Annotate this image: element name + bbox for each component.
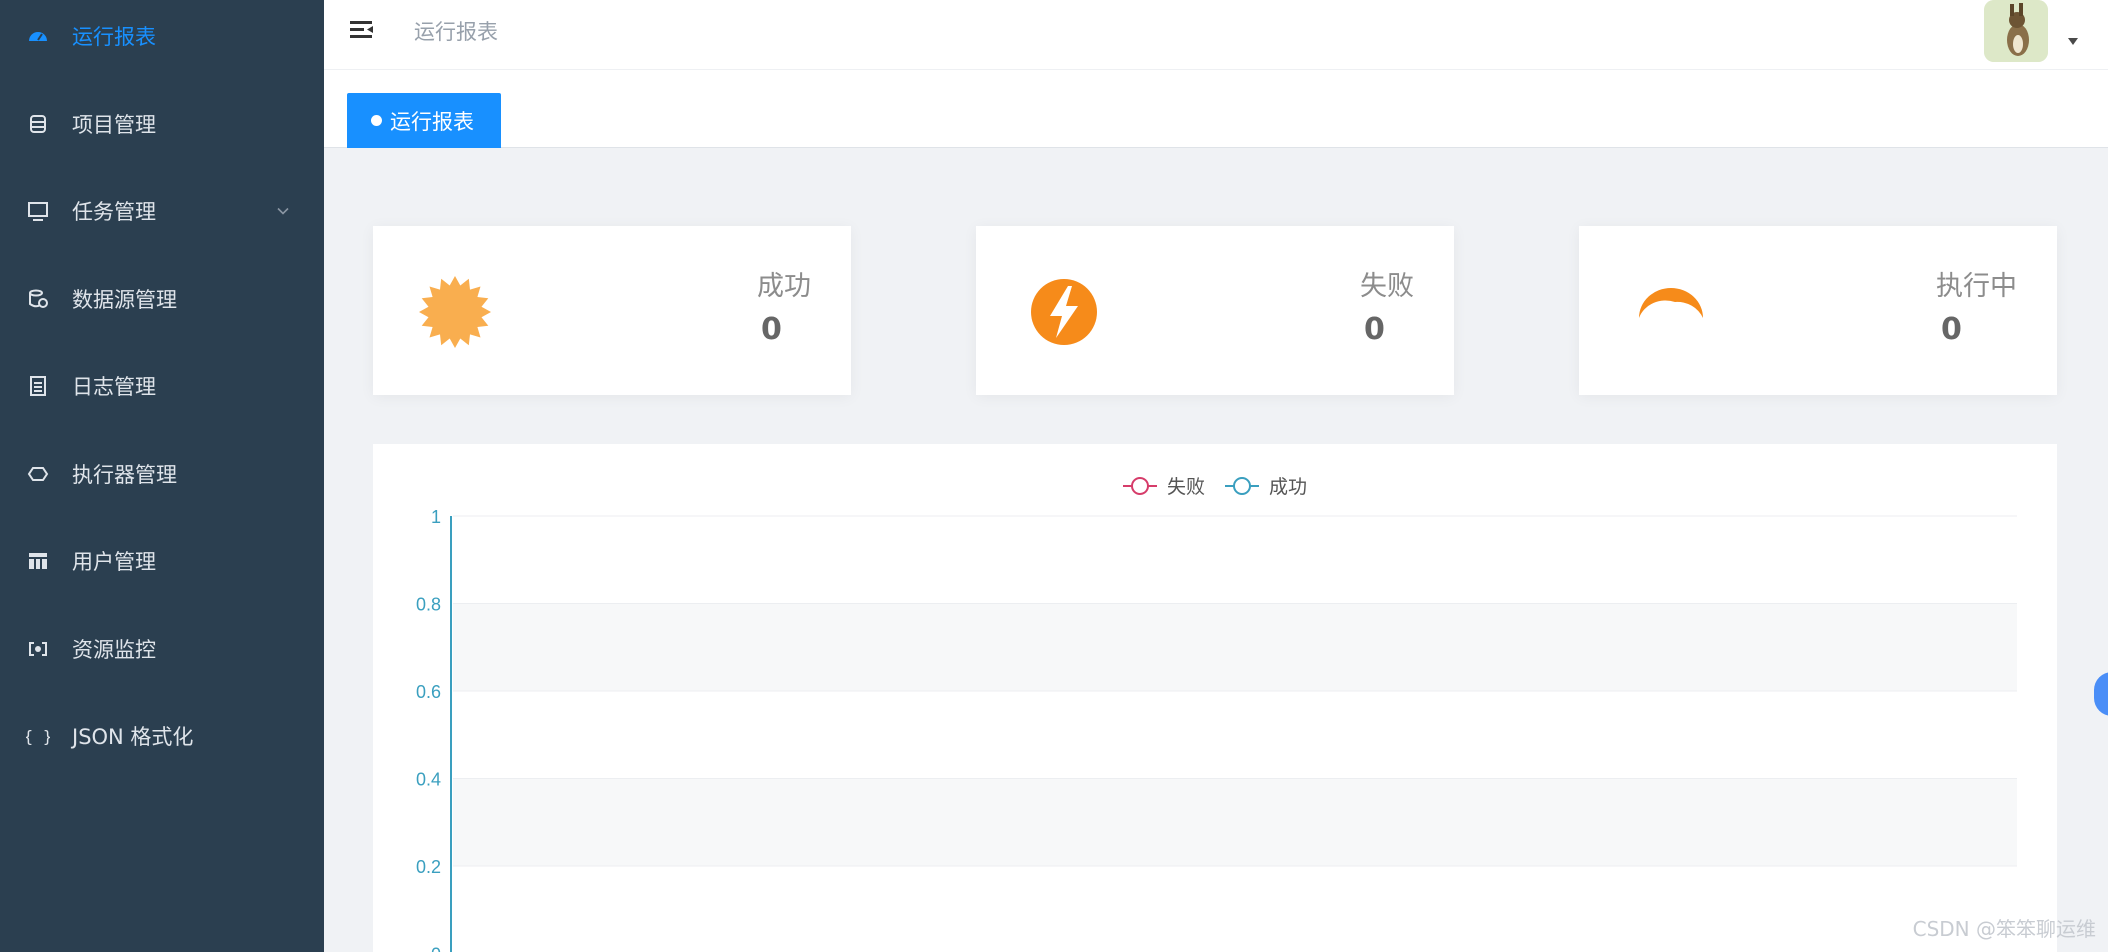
datasource-icon: [26, 287, 50, 311]
sidebar-item-4[interactable]: 日志管理: [0, 342, 324, 430]
avatar-icon[interactable]: [1984, 0, 2048, 62]
y-tick-label: 1: [431, 507, 441, 527]
sidebar-item-label: 任务管理: [72, 200, 156, 224]
sidebar-item-6[interactable]: 用户管理: [0, 517, 324, 605]
document-icon: [26, 374, 50, 398]
tab-dashboard[interactable]: 运行报表: [347, 93, 501, 148]
grid-icon: [26, 549, 50, 573]
y-tick-label: 0: [431, 945, 441, 952]
sidebar-item-3[interactable]: 数据源管理: [0, 255, 324, 343]
sidebar-item-5[interactable]: 执行器管理: [0, 430, 324, 518]
hamburger-icon[interactable]: [348, 16, 376, 44]
active-dot-icon: [371, 115, 382, 126]
stat-label: 成功: [757, 271, 811, 302]
y-tick-label: 0.2: [416, 857, 441, 877]
sun-icon: [417, 274, 493, 350]
sidebar-item-7[interactable]: 资源监控: [0, 605, 324, 693]
sidebar-item-1[interactable]: 项目管理: [0, 80, 324, 168]
sidebar-item-label: 日志管理: [72, 375, 156, 399]
stat-value: 0: [1941, 312, 1962, 347]
sidebar-item-label: 运行报表: [72, 25, 156, 49]
sidebar: 运行报表项目管理任务管理数据源管理日志管理执行器管理用户管理资源监控 { } JSO…: [0, 0, 324, 952]
line-chart: 1 0.8 0.6 0.4 0.2 0 失败 成功: [416, 476, 2017, 952]
legend-marker: [1233, 477, 1251, 495]
sidebar-item-label: JSON 格式化: [72, 725, 194, 749]
database-icon: [26, 112, 50, 136]
stat-value: 0: [1364, 312, 1385, 347]
tag-bar: 运行报表: [324, 70, 2108, 148]
y-tick-label: 0.8: [416, 595, 441, 615]
sidebar-item-2[interactable]: 任务管理: [0, 167, 324, 255]
sidebar-item-label: 执行器管理: [72, 462, 177, 487]
monitor-dot-icon: [26, 637, 50, 661]
stat-card-running: 执行中 0: [1579, 226, 2057, 395]
sidebar-item-label: 项目管理: [72, 112, 156, 137]
chart-panel: 1 0.8 0.6 0.4 0.2 0 失败 成功: [373, 444, 2057, 952]
crescent-icon: [1635, 274, 1711, 350]
sidebar-item-label: 资源监控: [72, 637, 156, 662]
dashboard-icon: [26, 24, 50, 48]
sidebar-item-label: 用户管理: [72, 550, 156, 574]
svg-text:{ }: { }: [26, 727, 50, 746]
stat-label: 失败: [1360, 271, 1414, 302]
sidebar-item-label: 数据源管理: [72, 287, 177, 312]
braces-icon: { }: [26, 724, 50, 748]
legend-label: 成功: [1269, 476, 1307, 498]
monitor-icon: [26, 199, 50, 223]
legend-label: 失败: [1167, 476, 1205, 498]
chevron-down-icon[interactable]: [2068, 38, 2078, 45]
sidebar-item-8[interactable]: { } JSON 格式化: [0, 692, 324, 780]
sidebar-item-0[interactable]: 运行报表: [0, 0, 324, 80]
y-tick-label: 0.6: [416, 682, 441, 702]
breadcrumb[interactable]: 运行报表: [414, 16, 498, 46]
tab-label: 运行报表: [390, 109, 474, 134]
header: 运行报表: [324, 0, 2108, 70]
grid-band: [453, 603, 2017, 691]
watermark: CSDN @笨笨聊运维: [1912, 917, 2096, 941]
stat-label: 执行中: [1936, 271, 2017, 302]
lightning-icon: [1026, 274, 1102, 350]
stat-card-success: 成功 0: [373, 226, 851, 395]
legend-marker: [1131, 477, 1149, 495]
float-scroll-button[interactable]: [2094, 672, 2108, 716]
stat-value: 0: [761, 312, 782, 347]
y-tick-label: 0.4: [416, 770, 441, 790]
grid-band: [453, 778, 2017, 866]
chevron-down-icon[interactable]: [276, 202, 290, 221]
stat-card-failure: 失败 0: [976, 226, 1454, 395]
hexagon-icon: [26, 462, 50, 486]
